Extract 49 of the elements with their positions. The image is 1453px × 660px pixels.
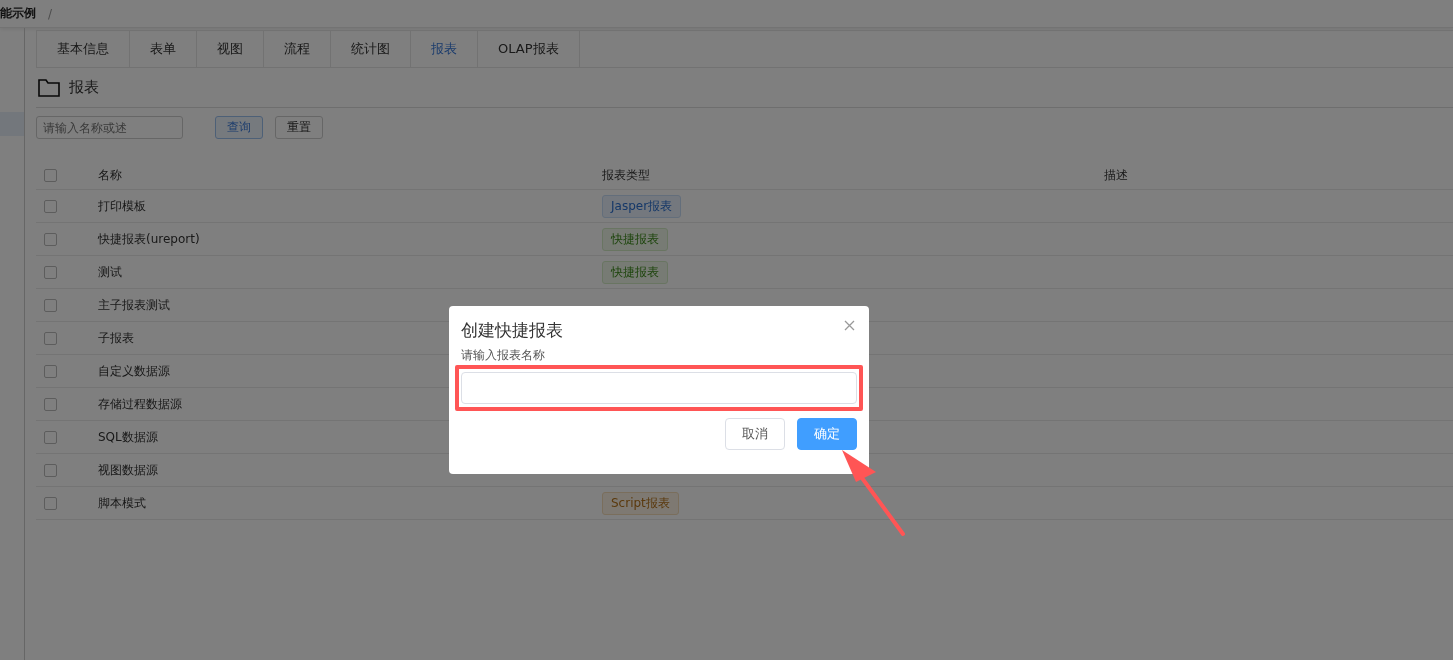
table-cell: 脚本模式: [98, 495, 146, 510]
table-cell: 快捷报表(ureport): [98, 231, 200, 246]
checkbox[interactable]: [44, 331, 57, 345]
tab[interactable]: 表单: [130, 31, 197, 67]
table-cell: 主子报表测试: [98, 297, 170, 312]
field-label: 请输入报表名称: [461, 347, 546, 363]
table-cell: 存储过程数据源: [98, 396, 182, 411]
table-cell: 打印模板: [98, 198, 146, 213]
checkbox[interactable]: [44, 496, 57, 510]
type-tag: Script报表: [602, 491, 679, 515]
checkbox[interactable]: [44, 397, 57, 411]
checkbox[interactable]: [44, 430, 57, 444]
checkbox[interactable]: [44, 199, 57, 213]
column-header: 名称: [98, 167, 122, 182]
checkbox[interactable]: [44, 265, 57, 279]
search-button[interactable]: 查询: [215, 116, 263, 139]
folder-icon: [38, 78, 60, 97]
table-cell: 自定义数据源: [98, 363, 170, 378]
type-tag: 快捷报表: [602, 227, 668, 251]
table-cell: 视图数据源: [98, 462, 158, 477]
column-header: 报表类型: [602, 167, 650, 182]
checkbox[interactable]: [44, 463, 57, 477]
tab[interactable]: 基本信息: [37, 31, 130, 67]
sidebar-item[interactable]: [0, 112, 24, 136]
close-icon[interactable]: [844, 319, 855, 331]
reset-button[interactable]: 重置: [275, 116, 323, 139]
search-field[interactable]: 请输入名称或述: [36, 116, 183, 139]
cancel-button[interactable]: 取消: [725, 418, 785, 450]
tab[interactable]: OLAP报表: [478, 31, 580, 67]
table-cell: SQL数据源: [98, 429, 158, 444]
tab[interactable]: 视图: [197, 31, 264, 67]
breadcrumb-separator: /: [48, 6, 53, 21]
checkbox[interactable]: [44, 298, 57, 312]
table-cell: 子报表: [98, 330, 134, 345]
dialog-title: 创建快捷报表: [461, 318, 563, 342]
type-tag: Jasper报表: [602, 194, 682, 218]
checkbox[interactable]: [44, 364, 57, 378]
checkbox[interactable]: [44, 232, 57, 246]
table-cell: 测试: [98, 264, 122, 279]
tab[interactable]: 报表: [411, 31, 478, 67]
checkbox[interactable]: [44, 168, 57, 182]
input-field[interactable]: [461, 372, 857, 404]
tab[interactable]: 统计图: [331, 31, 411, 67]
breadcrumb-item[interactable]: 能示例: [0, 5, 36, 22]
confirm-button[interactable]: 确定: [797, 418, 857, 450]
tab[interactable]: 流程: [264, 31, 331, 67]
section-title: 报表: [69, 78, 99, 97]
column-header: 描述: [1104, 167, 1128, 182]
type-tag: 快捷报表: [602, 260, 668, 284]
